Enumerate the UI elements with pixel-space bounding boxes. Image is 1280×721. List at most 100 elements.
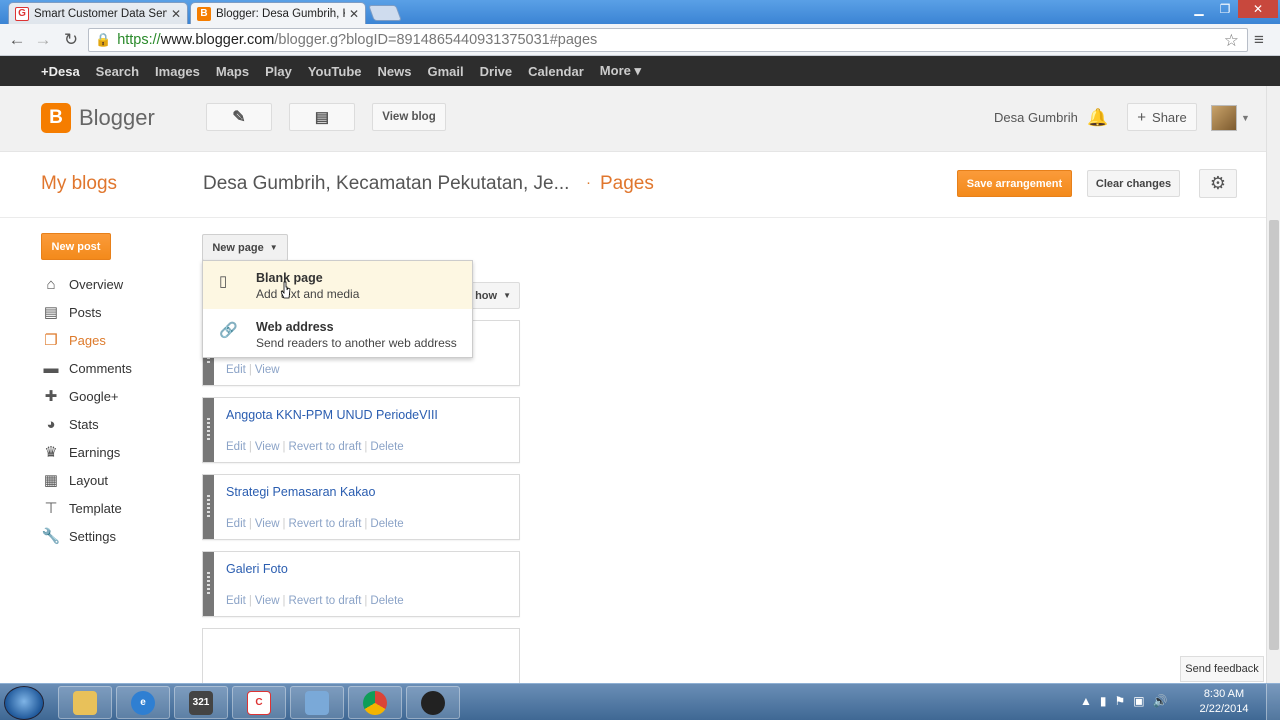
network-icon[interactable]: ▣ xyxy=(1133,694,1144,708)
page-scrollbar[interactable] xyxy=(1266,86,1280,683)
revert-to-draft-link[interactable]: Revert to draft xyxy=(289,595,362,607)
tray-expand-icon[interactable]: ▲ xyxy=(1080,694,1092,708)
chevron-down-icon[interactable]: ▼ xyxy=(1241,113,1250,123)
chrome-menu-icon[interactable]: ≡ xyxy=(1254,30,1264,50)
revert-to-draft-link[interactable]: Revert to draft xyxy=(289,441,362,453)
show-desktop-button[interactable] xyxy=(1266,684,1280,721)
page-card-title[interactable]: Anggota KKN-PPM UNUD PeriodeVIII xyxy=(226,408,438,422)
view-link[interactable]: View xyxy=(255,595,280,607)
new-page-menu: ▯ Blank page Add text and media 🔗 Web ad… xyxy=(202,260,473,358)
taskbar-app-c[interactable]: C xyxy=(232,686,286,719)
sidebar-item-overview[interactable]: ⌂ Overview xyxy=(41,270,191,298)
drag-handle[interactable] xyxy=(203,475,214,539)
reload-icon[interactable]: ↻ xyxy=(60,29,82,51)
delete-link[interactable]: Delete xyxy=(370,595,403,607)
gbar-item-calendar[interactable]: Calendar xyxy=(520,64,592,79)
volume-icon[interactable]: 🔊 xyxy=(1153,694,1168,708)
send-feedback-button[interactable]: Send feedback xyxy=(1180,656,1264,682)
stats-icon: ◕ xyxy=(46,415,56,433)
tab-close-icon[interactable]: ✕ xyxy=(171,7,181,21)
address-bar[interactable]: 🔒 https:// www.blogger.com /blogger.g?bl… xyxy=(88,28,1248,52)
delete-link[interactable]: Delete xyxy=(370,441,403,453)
edit-link[interactable]: Edit xyxy=(226,518,246,530)
share-button[interactable]: + Share xyxy=(1127,103,1197,131)
blogger-logo-icon[interactable]: B xyxy=(41,103,71,133)
sidebar-item-settings[interactable]: 🔧 Settings xyxy=(41,522,191,550)
notification-bell-icon[interactable]: 🔔 xyxy=(1087,108,1108,128)
page-card[interactable]: Strategi Pemasaran Kakao Edit | View | Rever… xyxy=(202,474,520,540)
gbar-item-more[interactable]: More ▾ xyxy=(592,63,649,79)
taskbar-ie[interactable]: e xyxy=(116,686,170,719)
gbar-item-gmail[interactable]: Gmail xyxy=(420,64,472,79)
tab-smart-customer[interactable]: G Smart Customer Data Serv ✕ xyxy=(8,2,188,24)
back-arrow-icon[interactable]: ← xyxy=(6,29,28,51)
sidebar-item-posts[interactable]: ▤ Posts xyxy=(41,298,191,326)
gear-icon[interactable]: ⚙ xyxy=(1199,169,1237,198)
scrollbar-thumb[interactable] xyxy=(1269,220,1279,650)
edit-link[interactable]: Edit xyxy=(226,364,246,376)
revert-to-draft-link[interactable]: Revert to draft xyxy=(289,518,362,530)
view-link[interactable]: View xyxy=(255,518,280,530)
gbar-item-youtube[interactable]: YouTube xyxy=(300,64,370,79)
blog-title[interactable]: Desa Gumbrih, Kecamatan Pekutatan, Je... xyxy=(203,173,569,195)
sidebar-item-label: Pages xyxy=(69,332,106,348)
minimize-icon[interactable]: ▁ xyxy=(1186,0,1212,18)
new-post-pencil-button[interactable]: ✎ xyxy=(206,103,272,131)
gbar-item-maps[interactable]: Maps xyxy=(208,64,257,79)
delete-link[interactable]: Delete xyxy=(370,518,403,530)
page-card-title[interactable]: Strategi Pemasaran Kakao xyxy=(226,485,375,499)
sidebar-item-template[interactable]: ⊤ Template xyxy=(41,494,191,522)
new-post-button[interactable]: New post xyxy=(41,233,111,260)
taskbar-control[interactable] xyxy=(290,686,344,719)
forward-arrow-icon[interactable]: → xyxy=(32,29,54,51)
menu-item-blank-page[interactable]: ▯ Blank page Add text and media xyxy=(203,261,472,309)
blogger-brand[interactable]: Blogger xyxy=(79,105,155,131)
drag-handle[interactable] xyxy=(203,552,214,616)
drag-handle[interactable] xyxy=(203,398,214,462)
posts-list-icon: ▤ xyxy=(314,109,330,126)
gbar-item-play[interactable]: Play xyxy=(257,64,300,79)
maximize-icon[interactable]: ❐ xyxy=(1212,0,1238,18)
view-posts-button[interactable]: ▤ xyxy=(289,103,355,131)
my-blogs-link[interactable]: My blogs xyxy=(41,173,117,195)
view-link[interactable]: View xyxy=(255,441,280,453)
windows-start-button[interactable] xyxy=(4,686,44,720)
new-page-dropdown-button[interactable]: New page ▼ xyxy=(202,234,288,261)
sidebar-item-google-plus[interactable]: ✚ Google+ xyxy=(41,382,191,410)
page-card[interactable]: Galeri Foto Edit | View | Revert to draft | De… xyxy=(202,551,520,617)
tab-close-icon[interactable]: ✕ xyxy=(349,7,359,21)
taskbar-obs[interactable] xyxy=(406,686,460,719)
sidebar-item-pages[interactable]: ❐ Pages xyxy=(41,326,191,354)
edit-link[interactable]: Edit xyxy=(226,595,246,607)
tab-blogger[interactable]: B Blogger: Desa Gumbrih, Ke ✕ xyxy=(190,2,366,24)
sidebar-item-stats[interactable]: ◕ Stats xyxy=(41,410,191,438)
gbar-item-desa[interactable]: +Desa xyxy=(33,64,88,79)
gbar-item-news[interactable]: News xyxy=(370,64,420,79)
username[interactable]: Desa Gumbrih xyxy=(994,110,1078,125)
window-close-icon[interactable]: ✕ xyxy=(1238,0,1278,18)
sidebar-item-comments[interactable]: ▬ Comments xyxy=(41,354,191,382)
flag-icon[interactable]: ⚑ xyxy=(1115,694,1126,708)
edit-link[interactable]: Edit xyxy=(226,441,246,453)
menu-item-web-address[interactable]: 🔗 Web address Send readers to another we… xyxy=(203,310,472,358)
tab-label: Smart Customer Data Serv xyxy=(34,7,167,20)
new-tab-button[interactable] xyxy=(368,5,402,21)
page-card[interactable]: Anggota KKN-PPM UNUD PeriodeVIII Edit | Vi… xyxy=(202,397,520,463)
page-card-title[interactable]: Galeri Foto xyxy=(226,562,288,576)
taskbar-explorer[interactable] xyxy=(58,686,112,719)
save-arrangement-button[interactable]: Save arrangement xyxy=(957,170,1072,197)
taskbar-media[interactable]: 321 xyxy=(174,686,228,719)
clear-changes-button[interactable]: Clear changes xyxy=(1087,170,1180,197)
bookmark-star-icon[interactable]: ☆ xyxy=(1224,31,1239,51)
view-link[interactable]: View xyxy=(255,364,280,376)
gbar-item-drive[interactable]: Drive xyxy=(472,64,521,79)
sidebar-item-earnings[interactable]: ♛ Earnings xyxy=(41,438,191,466)
sidebar-item-layout[interactable]: ▦ Layout xyxy=(41,466,191,494)
gbar-item-images[interactable]: Images xyxy=(147,64,208,79)
avatar[interactable] xyxy=(1211,105,1237,131)
view-blog-button[interactable]: View blog xyxy=(372,103,446,131)
gbar-item-search[interactable]: Search xyxy=(88,64,147,79)
taskbar-clock[interactable]: 8:30 AM 2/22/2014 xyxy=(1196,687,1252,717)
taskbar-chrome[interactable] xyxy=(348,686,402,719)
battery-icon[interactable]: ▮ xyxy=(1100,694,1107,708)
